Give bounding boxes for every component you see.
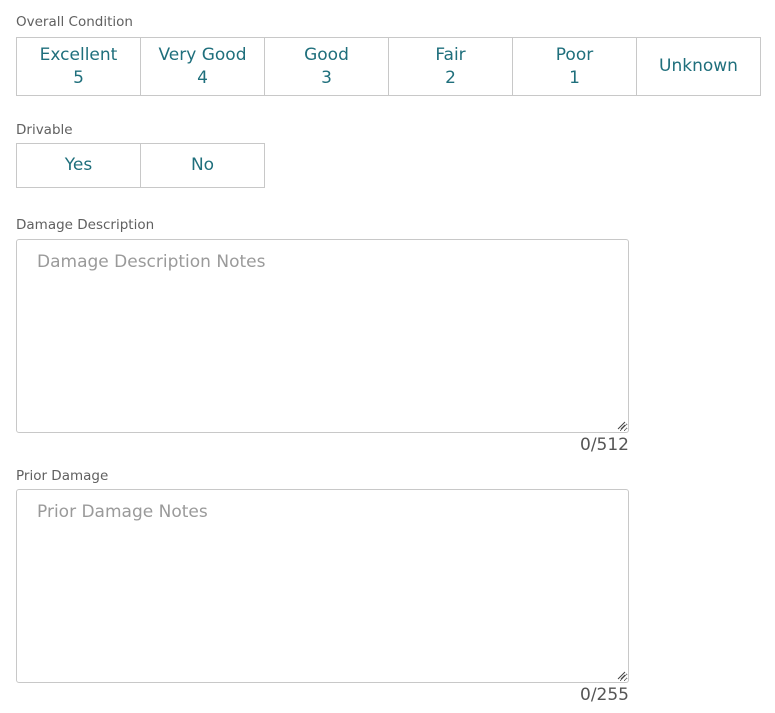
damage-description-char-counter: 0/512	[580, 435, 629, 455]
damage-description-label: Damage Description	[16, 217, 155, 233]
condition-fair-button[interactable]: Fair 2	[388, 37, 513, 96]
prior-damage-char-counter: 0/255	[580, 685, 629, 705]
condition-unknown-button[interactable]: Unknown	[636, 37, 761, 96]
condition-excellent-button[interactable]: Excellent 5	[16, 37, 141, 96]
drivable-option-label: Yes	[64, 155, 93, 175]
drivable-no-button[interactable]: No	[140, 143, 265, 188]
damage-description-textarea[interactable]	[16, 239, 629, 433]
condition-option-value: 5	[73, 67, 84, 88]
condition-option-value: 3	[321, 67, 332, 88]
condition-option-name: Excellent	[39, 44, 118, 65]
prior-damage-textarea[interactable]	[16, 489, 629, 683]
condition-good-button[interactable]: Good 3	[264, 37, 389, 96]
condition-option-name: Poor	[555, 44, 594, 65]
drivable-label: Drivable	[16, 122, 73, 138]
condition-very-good-button[interactable]: Very Good 4	[140, 37, 265, 96]
condition-option-name: Unknown	[659, 56, 738, 76]
drivable-yes-button[interactable]: Yes	[16, 143, 141, 188]
condition-option-name: Very Good	[158, 44, 247, 65]
overall-condition-group: Excellent 5 Very Good 4 Good 3 Fair 2 Po…	[16, 37, 761, 96]
condition-option-value: 4	[197, 67, 208, 88]
condition-poor-button[interactable]: Poor 1	[512, 37, 637, 96]
condition-option-name: Good	[304, 44, 349, 65]
condition-option-value: 2	[445, 67, 456, 88]
prior-damage-label: Prior Damage	[16, 468, 109, 484]
condition-option-name: Fair	[435, 44, 466, 65]
condition-option-value: 1	[569, 67, 580, 88]
drivable-option-label: No	[190, 155, 215, 175]
drivable-group: Yes No	[16, 143, 265, 188]
overall-condition-label: Overall Condition	[16, 14, 133, 30]
